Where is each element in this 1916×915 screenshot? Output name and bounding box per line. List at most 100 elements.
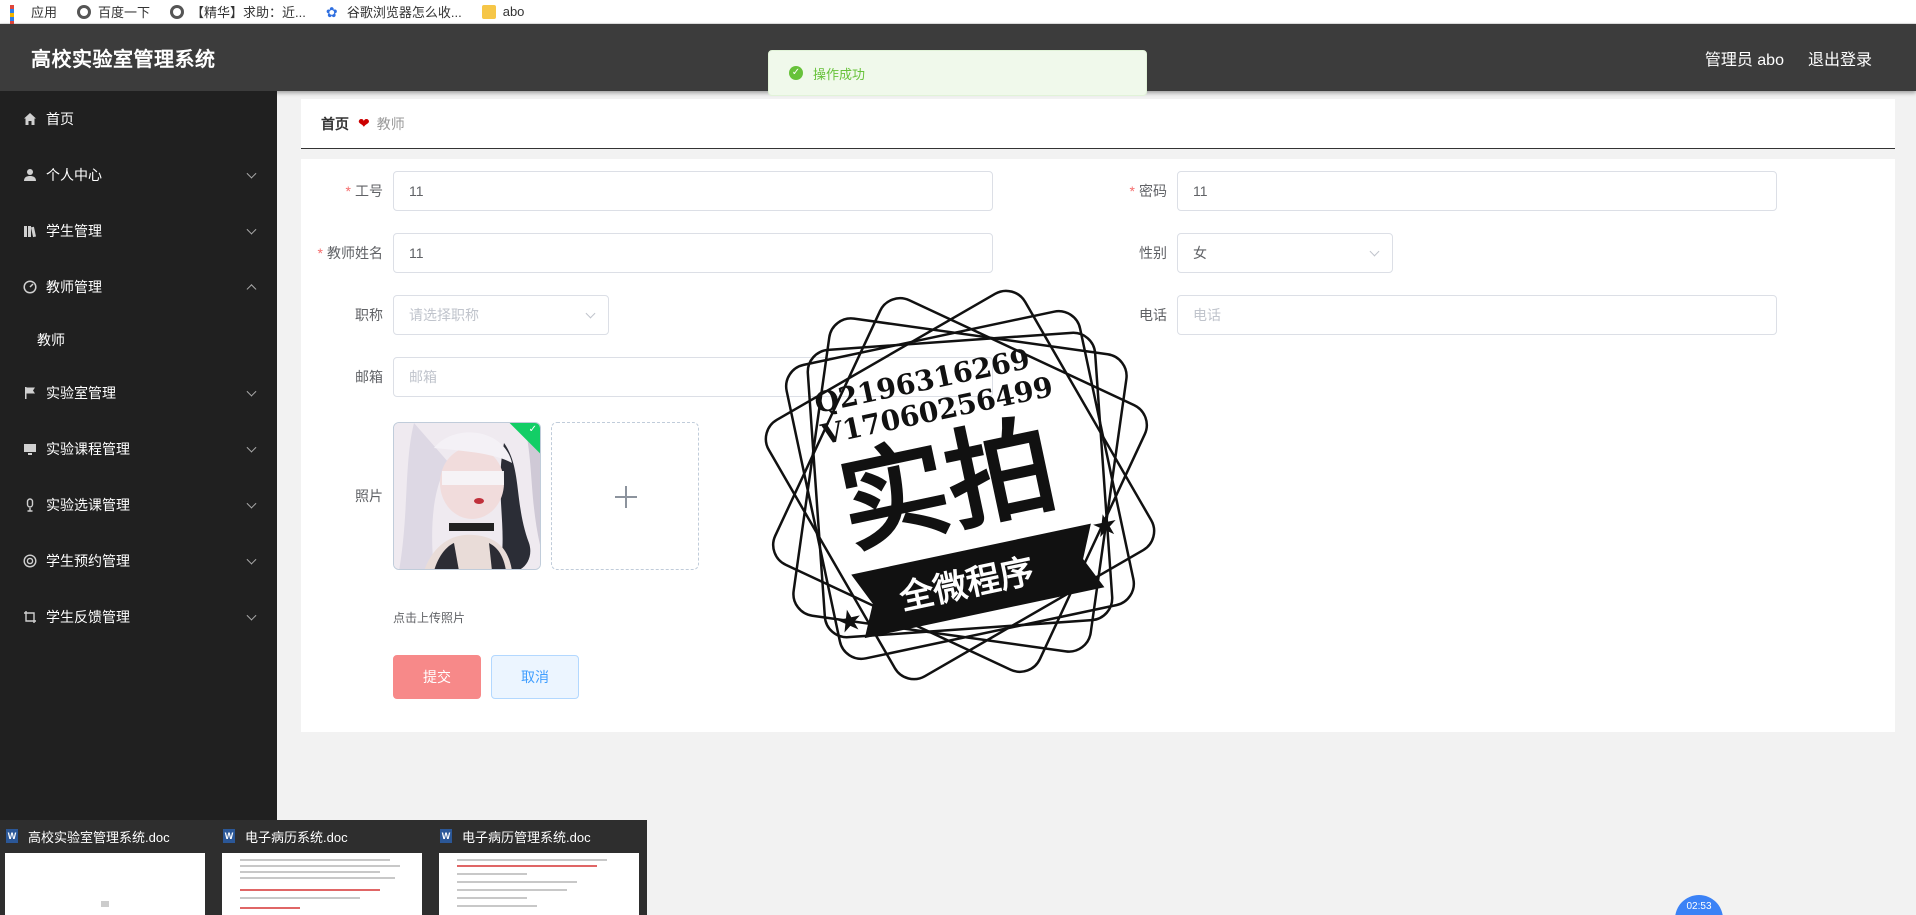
app-title: 高校实验室管理系统	[31, 49, 216, 71]
sidebar-item-teachers[interactable]: 教师管理	[0, 259, 277, 315]
email-label: 邮箱	[355, 369, 383, 385]
photo-label: 照片	[355, 488, 383, 504]
teacher-form: * 工号 11 * 密码 11 * 教师姓名 11 性别 女 职称 请选择职称 电话 …	[301, 159, 1895, 732]
phone-label: 电话	[1139, 307, 1167, 323]
bookmark-label: abo	[502, 4, 525, 19]
sidebar-subitem-teacher[interactable]: 教师	[0, 315, 277, 365]
chevron-down-icon	[1369, 246, 1380, 257]
chevron-down-icon	[246, 224, 257, 235]
check-icon: ✓	[528, 424, 537, 435]
chevron-down-icon	[246, 610, 257, 621]
current-user: 管理员 abo	[1704, 51, 1784, 69]
gauge-icon	[22, 279, 38, 295]
bookmark-label: 应用	[31, 5, 58, 20]
gender-value: 女	[1193, 245, 1207, 261]
title-select[interactable]: 请选择职称	[393, 295, 609, 335]
sidebar-item-label: 个人中心	[46, 167, 102, 183]
bookmark-abo[interactable]: abo	[481, 4, 525, 19]
chevron-down-icon	[246, 554, 257, 565]
chevron-down-icon	[246, 168, 257, 179]
title-label: 职称	[355, 307, 383, 323]
circle-icon	[22, 553, 38, 569]
logout-link[interactable]: 退出登录	[1808, 46, 1872, 70]
bookmark-baidu[interactable]: 百度一下	[77, 2, 150, 21]
bookmark-label: 谷歌浏览器怎么收...	[346, 5, 462, 20]
sidebar-item-label: 实验课程管理	[46, 441, 130, 457]
sidebar-item-labs[interactable]: 实验室管理	[0, 365, 277, 421]
sidebar-item-label: 实验室管理	[46, 385, 116, 401]
taskbar-window-1[interactable]: W 高校实验室管理系统.doc	[0, 820, 210, 915]
email-input[interactable]: 邮箱	[393, 357, 993, 397]
bookmark-chrome[interactable]: ✿ 谷歌浏览器怎么收...	[326, 2, 462, 21]
success-toast: ✓ 操作成功	[768, 50, 1147, 96]
sidebar-item-students[interactable]: 学生管理	[0, 203, 277, 259]
globe-icon	[170, 4, 185, 19]
bookmark-help[interactable]: 【精华】求助：近...	[170, 2, 306, 21]
taskbar-window-3[interactable]: W 电子病历管理系统.doc	[434, 820, 644, 915]
password-input[interactable]: 11	[1177, 171, 1777, 211]
breadcrumb-current: 教师	[376, 115, 405, 132]
microphone-icon	[22, 497, 38, 513]
chevron-up-icon	[246, 284, 257, 295]
sidebar-item-label: 首页	[46, 111, 74, 127]
bookmark-apps[interactable]: 应用	[10, 2, 58, 41]
cancel-button[interactable]: 取消	[491, 655, 579, 699]
chevron-down-icon	[246, 386, 257, 397]
sidebar-item-label: 学生反馈管理	[46, 609, 130, 625]
submit-button[interactable]: 提交	[393, 655, 481, 699]
uploaded-photo[interactable]: ✓	[393, 422, 541, 570]
user-icon	[22, 167, 38, 183]
flag-icon	[22, 385, 38, 401]
gonghao-input[interactable]: 11	[393, 171, 993, 211]
sidebar-menu: 首页 个人中心 学生管理 教师管理 教师 实验室管理 实验课程管理 实验选课管理…	[0, 91, 277, 915]
crop-icon	[22, 609, 38, 625]
taskbar-previews: W 高校实验室管理系统.doc W 电子病历系统.doc W 电子病历管理系统.doc	[0, 820, 647, 915]
window-thumbnail	[5, 853, 205, 915]
mima-label: * 密码	[1129, 183, 1167, 199]
toast-message: 操作成功	[813, 66, 866, 82]
word-doc-icon: W	[6, 829, 18, 843]
bookmark-label: 百度一下	[98, 5, 151, 20]
sidebar-item-label: 学生管理	[46, 223, 102, 239]
gonghao-label: * 工号	[345, 183, 383, 199]
gender-select[interactable]: 女	[1177, 233, 1393, 273]
teacher-name-input[interactable]: 11	[393, 233, 993, 273]
window-title: 电子病历系统.doc	[245, 829, 348, 845]
breadcrumb-home[interactable]: 首页	[321, 114, 349, 134]
window-title: 电子病历管理系统.doc	[462, 829, 591, 845]
title-placeholder: 请选择职称	[409, 307, 479, 323]
sidebar-item-home[interactable]: 首页	[0, 91, 277, 147]
sidebar-item-course-selection[interactable]: 实验选课管理	[0, 477, 277, 533]
heart-icon: ❤	[358, 115, 370, 131]
gender-label: 性别	[1139, 245, 1167, 261]
word-doc-icon: W	[440, 829, 452, 843]
window-title: 高校实验室管理系统.doc	[28, 829, 170, 845]
plus-icon	[625, 486, 627, 508]
sidebar-item-label: 教师	[37, 332, 65, 348]
phone-input[interactable]: 电话	[1177, 295, 1777, 335]
upload-photo-button[interactable]	[551, 422, 699, 570]
bookmark-label: 【精华】求助：近...	[191, 5, 306, 20]
sidebar-item-feedback[interactable]: 学生反馈管理	[0, 589, 277, 645]
sidebar-item-courses[interactable]: 实验课程管理	[0, 421, 277, 477]
breadcrumb: 首页 ❤ 教师	[301, 99, 1895, 149]
home-icon	[22, 111, 38, 127]
monitor-icon	[22, 441, 38, 457]
chevron-down-icon	[246, 498, 257, 509]
chevron-down-icon	[585, 308, 596, 319]
taskbar-window-2[interactable]: W 电子病历系统.doc	[217, 820, 427, 915]
books-icon	[22, 223, 38, 239]
sidebar-item-reservations[interactable]: 学生预约管理	[0, 533, 277, 589]
folder-icon	[481, 4, 496, 19]
upload-tip: 点击上传照片	[393, 611, 466, 625]
main-content: 首页 ❤ 教师 * 工号 11 * 密码 11 * 教师姓名 11 性别 女 职称 请…	[277, 91, 1916, 915]
window-thumbnail	[222, 853, 422, 915]
sidebar-item-profile[interactable]: 个人中心	[0, 147, 277, 203]
sidebar-item-label: 学生预约管理	[46, 553, 130, 569]
apps-grid-icon	[10, 4, 24, 41]
chevron-down-icon	[246, 442, 257, 453]
paw-icon: ✿	[325, 3, 338, 20]
success-check-icon: ✓	[789, 66, 803, 80]
sidebar-item-label: 实验选课管理	[46, 497, 130, 513]
word-doc-icon: W	[223, 829, 235, 843]
